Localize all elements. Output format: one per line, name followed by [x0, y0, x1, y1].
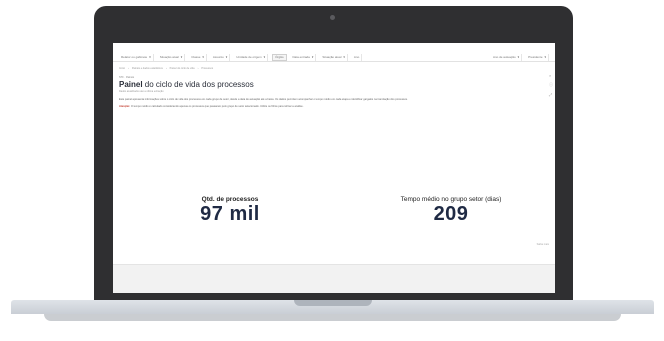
breadcrumb: Início › Painéis e dados estatísticos › Pa… — [119, 67, 214, 70]
breadcrumb-item[interactable]: Painel do ciclo de vida — [170, 67, 195, 70]
page-description: Este painel apresenta informações sobre … — [119, 98, 408, 101]
filter-ano-autuacao[interactable]: Ano de autuação ▾ — [491, 53, 523, 61]
laptop-base-shadow — [44, 314, 621, 321]
chevron-down-icon: ▾ — [225, 55, 228, 59]
page-subtitle: Dados atualizados até a última extração — [119, 90, 164, 93]
chevron-down-icon: ▾ — [544, 55, 546, 59]
metric-tempo-medio: Tempo médio no grupo setor (dias) 209 — [381, 196, 521, 226]
metric-value: 97 mil — [200, 203, 260, 225]
chevron-down-icon: ▾ — [263, 55, 266, 59]
breadcrumb-item[interactable]: Processos — [201, 67, 213, 70]
page-title: Painel do ciclo de vida dos processos — [119, 80, 254, 89]
breadcrumb-item[interactable]: Início — [119, 67, 125, 70]
page-header: STF · Painéis Painel do ciclo de vida do… — [119, 76, 549, 108]
breadcrumb-item[interactable]: Painéis e dados estatísticos — [132, 67, 163, 70]
filter-situacao[interactable]: Situação atual ▾ — [158, 53, 186, 61]
chevron-down-icon: ▾ — [149, 55, 151, 59]
filter-unidade-origem[interactable]: Unidade de origem ▾ — [234, 53, 269, 61]
chevron-down-icon: ▾ — [343, 55, 345, 59]
chevron-down-icon: ▾ — [517, 55, 520, 59]
filter-presidente[interactable]: Presidente ▾ — [526, 53, 549, 61]
info-icon[interactable]: ⓘ — [549, 82, 553, 88]
screen-footer-area — [113, 264, 555, 293]
chevron-down-icon: ▾ — [202, 55, 204, 59]
camera-icon — [330, 15, 335, 20]
metric-value: 209 — [433, 203, 469, 225]
laptop-base — [11, 300, 654, 314]
filter-ano[interactable]: Ano — [352, 53, 363, 61]
filter-orgao[interactable]: Órgão — [272, 53, 287, 61]
metric-label: Tempo médio no grupo setor (dias) — [400, 196, 502, 203]
filter-situacao-atual[interactable]: Situação atual ▾ — [320, 53, 348, 61]
chevron-down-icon: ▾ — [180, 55, 183, 59]
expand-icon[interactable]: ⤢ — [549, 92, 553, 97]
filter-toolbar: Relator ou gabinete ▾ Situação atual ▾ Cla… — [113, 53, 555, 62]
chevron-down-icon: ▾ — [311, 55, 314, 59]
metric-qtd-processos: Qtd. de processos 97 mil — [175, 196, 285, 226]
side-icons: ⌕ ⓘ ⤢ — [549, 73, 553, 97]
laptop-notch — [294, 300, 372, 306]
search-icon[interactable]: ⌕ — [549, 73, 553, 78]
footer-link[interactable]: Saiba mais — [537, 243, 549, 246]
page-kicker: STF · Painéis — [119, 76, 135, 79]
filter-data-entrada[interactable]: Data entrada ▾ — [291, 53, 317, 61]
warning-note: Atenção: O tempo médio é calculado consi… — [119, 104, 304, 108]
metric-label: Qtd. de processos — [201, 196, 259, 203]
filter-classe[interactable]: Classe ▾ — [189, 53, 207, 61]
filter-assunto[interactable]: Assunto ▾ — [211, 53, 231, 61]
filter-relator[interactable]: Relator ou gabinete ▾ — [119, 53, 154, 61]
laptop-screen: Relator ou gabinete ▾ Situação atual ▾ Cla… — [113, 43, 555, 293]
